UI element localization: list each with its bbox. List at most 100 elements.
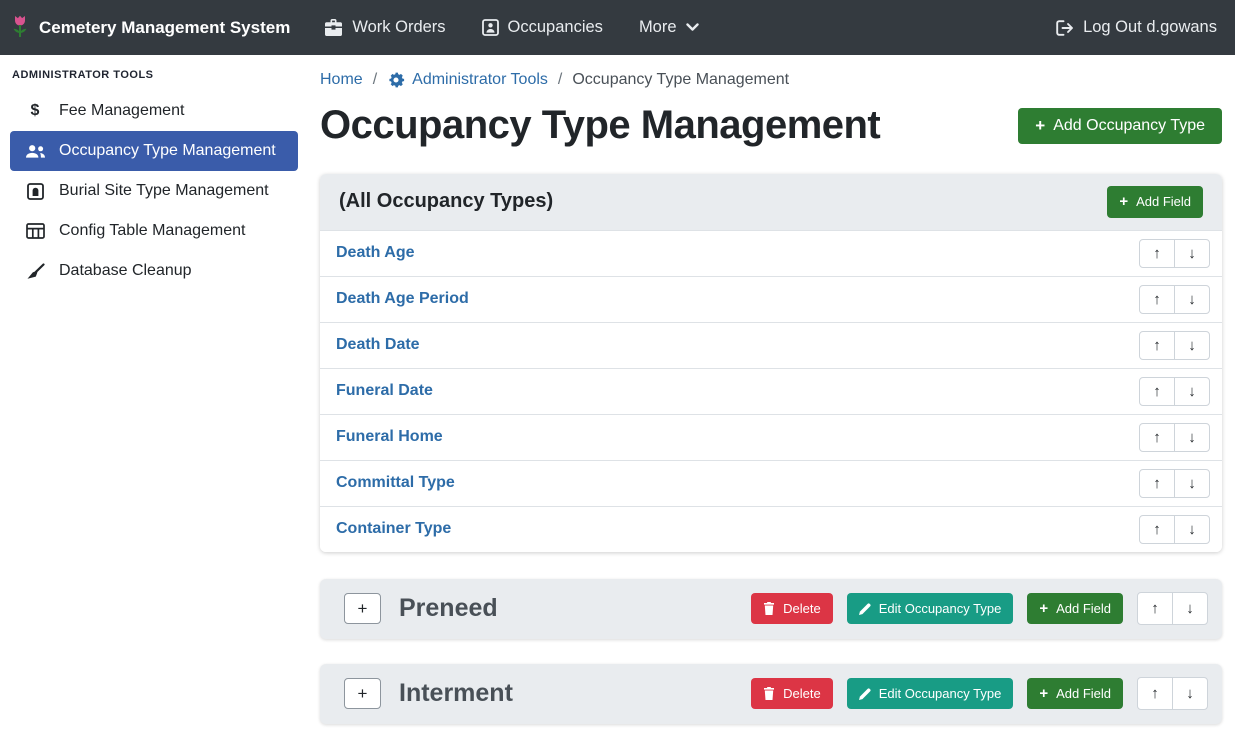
section-actions: Delete Edit Occupancy Type + Add Field ↑ bbox=[751, 677, 1208, 710]
field-row: Death Age ↑ ↓ bbox=[320, 230, 1222, 276]
edit-occupancy-type-button[interactable]: Edit Occupancy Type bbox=[847, 678, 1014, 709]
button-label: Add Field bbox=[1056, 602, 1111, 615]
section-bar-interment: + Interment Delete bbox=[320, 664, 1222, 724]
down-arrow-icon: ↓ bbox=[1188, 522, 1196, 537]
plus-icon: + bbox=[358, 684, 368, 704]
move-down-button[interactable]: ↓ bbox=[1172, 677, 1208, 710]
card-title: (All Occupancy Types) bbox=[339, 190, 553, 213]
move-up-button[interactable]: ↑ bbox=[1139, 515, 1175, 544]
add-occupancy-type-button[interactable]: + Add Occupancy Type bbox=[1018, 108, 1222, 144]
gear-icon bbox=[387, 71, 405, 89]
sidebar-item-database-cleanup[interactable]: Database Cleanup bbox=[10, 251, 298, 291]
breadcrumb-separator: / bbox=[558, 71, 562, 89]
move-up-button[interactable]: ↑ bbox=[1139, 331, 1175, 360]
up-arrow-icon: ↑ bbox=[1151, 686, 1159, 701]
sidebar: Administrator Tools $ Fee Management Occ… bbox=[0, 55, 308, 738]
pencil-icon bbox=[859, 603, 871, 615]
nav-label: More bbox=[639, 18, 677, 37]
button-label: Edit Occupancy Type bbox=[879, 687, 1002, 700]
logout-icon bbox=[1056, 20, 1075, 36]
trash-icon bbox=[763, 687, 775, 700]
plus-icon: + bbox=[1119, 195, 1128, 209]
button-label: Add Field bbox=[1136, 195, 1191, 208]
logout-label: Log Out d.gowans bbox=[1083, 18, 1217, 37]
nav-label: Occupancies bbox=[508, 18, 603, 37]
button-label: Add Field bbox=[1056, 687, 1111, 700]
section-bar-preneed: + Preneed Delete bbox=[320, 579, 1222, 639]
delete-button[interactable]: Delete bbox=[751, 593, 833, 624]
add-field-button[interactable]: + Add Field bbox=[1107, 186, 1203, 218]
page-title: Occupancy Type Management bbox=[320, 103, 880, 148]
down-arrow-icon: ↓ bbox=[1188, 292, 1196, 307]
expand-button[interactable]: + bbox=[344, 593, 381, 624]
field-link[interactable]: Death Age bbox=[336, 244, 415, 262]
field-link[interactable]: Death Age Period bbox=[336, 290, 469, 308]
move-down-button[interactable]: ↓ bbox=[1174, 469, 1210, 498]
sidebar-item-label: Occupancy Type Management bbox=[59, 142, 276, 160]
field-link[interactable]: Container Type bbox=[336, 520, 451, 538]
move-up-button[interactable]: ↑ bbox=[1137, 592, 1173, 625]
all-occupancy-types-card: (All Occupancy Types) + Add Field Death … bbox=[320, 174, 1222, 552]
button-label: Delete bbox=[783, 687, 821, 700]
move-up-button[interactable]: ↑ bbox=[1139, 239, 1175, 268]
field-link[interactable]: Funeral Date bbox=[336, 382, 433, 400]
top-navbar: Cemetery Management System Work Orders O… bbox=[0, 0, 1235, 55]
delete-button[interactable]: Delete bbox=[751, 678, 833, 709]
field-row: Death Date ↑ ↓ bbox=[320, 322, 1222, 368]
move-down-button[interactable]: ↓ bbox=[1174, 377, 1210, 406]
reorder-controls: ↑ ↓ bbox=[1137, 592, 1208, 625]
move-down-button[interactable]: ↓ bbox=[1174, 331, 1210, 360]
section-actions: Delete Edit Occupancy Type + Add Field ↑ bbox=[751, 592, 1208, 625]
section-title: Preneed bbox=[399, 594, 498, 623]
reorder-controls: ↑ ↓ bbox=[1139, 239, 1210, 268]
sidebar-item-burial-site-type-management[interactable]: Burial Site Type Management bbox=[10, 171, 298, 211]
button-label: Add Occupancy Type bbox=[1053, 118, 1205, 134]
move-up-button[interactable]: ↑ bbox=[1137, 677, 1173, 710]
move-up-button[interactable]: ↑ bbox=[1139, 377, 1175, 406]
reorder-controls: ↑ ↓ bbox=[1139, 285, 1210, 314]
field-link[interactable]: Funeral Home bbox=[336, 428, 443, 446]
chevron-down-icon bbox=[686, 23, 699, 32]
sidebar-item-config-table-management[interactable]: Config Table Management bbox=[10, 211, 298, 251]
plus-icon: + bbox=[358, 599, 368, 619]
field-row: Committal Type ↑ ↓ bbox=[320, 460, 1222, 506]
nav-occupancies[interactable]: Occupancies bbox=[482, 18, 603, 37]
sidebar-item-occupancy-type-management[interactable]: Occupancy Type Management bbox=[10, 131, 298, 171]
move-down-button[interactable]: ↓ bbox=[1174, 285, 1210, 314]
move-down-button[interactable]: ↓ bbox=[1174, 239, 1210, 268]
work-orders-icon bbox=[324, 19, 343, 36]
edit-occupancy-type-button[interactable]: Edit Occupancy Type bbox=[847, 593, 1014, 624]
down-arrow-icon: ↓ bbox=[1188, 476, 1196, 491]
nav-work-orders[interactable]: Work Orders bbox=[324, 18, 445, 37]
move-down-button[interactable]: ↓ bbox=[1174, 515, 1210, 544]
move-up-button[interactable]: ↑ bbox=[1139, 469, 1175, 498]
down-arrow-icon: ↓ bbox=[1188, 430, 1196, 445]
plus-icon: + bbox=[1039, 602, 1048, 616]
reorder-controls: ↑ ↓ bbox=[1139, 515, 1210, 544]
app-title: Cemetery Management System bbox=[39, 18, 290, 38]
move-down-button[interactable]: ↓ bbox=[1172, 592, 1208, 625]
move-up-button[interactable]: ↑ bbox=[1139, 285, 1175, 314]
field-link[interactable]: Death Date bbox=[336, 336, 420, 354]
button-label: Delete bbox=[783, 602, 821, 615]
breadcrumb-home-link[interactable]: Home bbox=[320, 71, 363, 89]
expand-button[interactable]: + bbox=[344, 678, 381, 709]
nav-more[interactable]: More bbox=[639, 18, 699, 37]
down-arrow-icon: ↓ bbox=[1186, 686, 1194, 701]
add-field-button[interactable]: + Add Field bbox=[1027, 678, 1123, 710]
add-field-button[interactable]: + Add Field bbox=[1027, 593, 1123, 625]
sidebar-heading: Administrator Tools bbox=[0, 61, 308, 91]
field-link[interactable]: Committal Type bbox=[336, 474, 455, 492]
logout-button[interactable]: Log Out d.gowans bbox=[1056, 18, 1217, 37]
field-row: Funeral Home ↑ ↓ bbox=[320, 414, 1222, 460]
breadcrumb-administrator-tools-link[interactable]: Administrator Tools bbox=[387, 71, 548, 89]
plus-icon: + bbox=[1035, 118, 1045, 133]
up-arrow-icon: ↑ bbox=[1153, 522, 1161, 537]
breadcrumb-current: Occupancy Type Management bbox=[572, 71, 789, 89]
app-brand[interactable]: Cemetery Management System bbox=[10, 14, 290, 41]
move-down-button[interactable]: ↓ bbox=[1174, 423, 1210, 452]
sidebar-item-fee-management[interactable]: $ Fee Management bbox=[10, 91, 298, 131]
move-up-button[interactable]: ↑ bbox=[1139, 423, 1175, 452]
up-arrow-icon: ↑ bbox=[1153, 292, 1161, 307]
up-arrow-icon: ↑ bbox=[1153, 476, 1161, 491]
